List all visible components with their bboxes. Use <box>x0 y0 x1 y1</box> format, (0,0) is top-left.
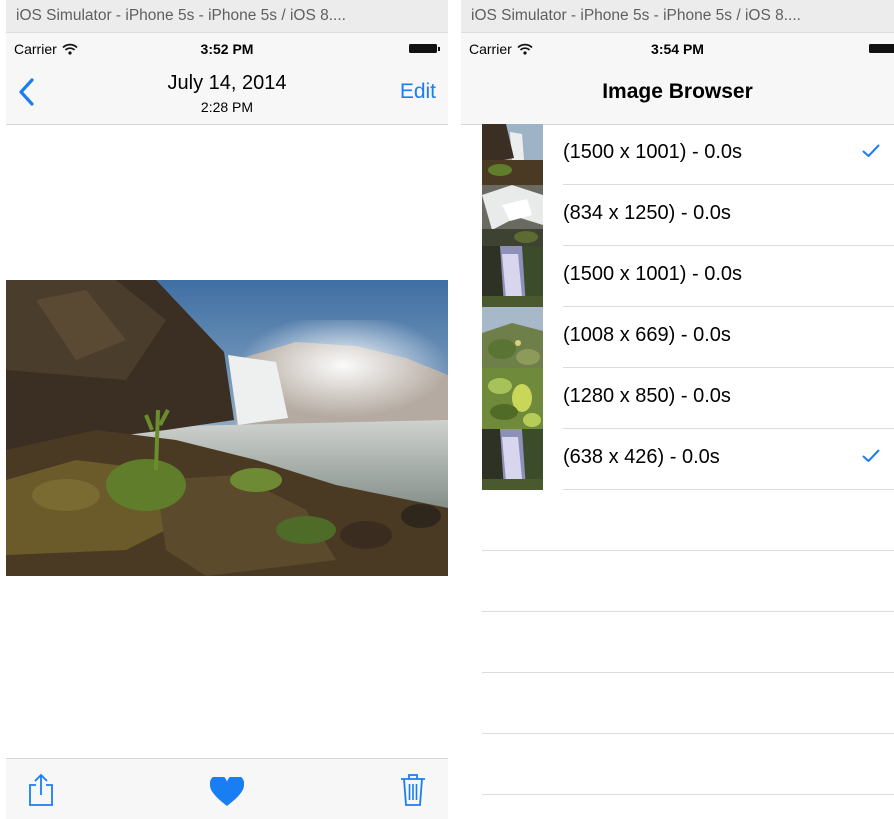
photo-viewer[interactable] <box>6 125 448 758</box>
status-bar: Carrier 3:52 PM <box>6 33 448 63</box>
navigation-bar: July 14, 2014 2:28 PM Edit <box>6 63 448 125</box>
navigation-bar: Image Browser <box>461 63 894 125</box>
photo-date-title: July 14, 2014 <box>167 72 287 94</box>
trash-icon[interactable] <box>400 773 426 807</box>
checkmark-icon <box>862 144 880 157</box>
image-size-label: (834 x 1250) - 0.0s <box>563 202 731 224</box>
row-separator <box>482 611 894 612</box>
image-list[interactable]: (1500 x 1001) - 0.0s (834 x 1250) - 0.0s <box>461 124 894 819</box>
photo-detail-screen: iOS Simulator - iPhone 5s - iPhone 5s / … <box>6 0 448 819</box>
battery-icon <box>409 44 440 53</box>
image-size-label: (1008 x 669) - 0.0s <box>563 324 731 346</box>
checkmark-icon <box>862 449 880 462</box>
battery-icon <box>869 44 894 53</box>
image-size-label: (638 x 426) - 0.0s <box>563 446 720 468</box>
status-bar: Carrier 3:54 PM <box>461 33 894 63</box>
photo-time-subtitle: 2:28 PM <box>200 99 254 115</box>
row-separator <box>482 550 894 551</box>
waterfall-photo <box>6 280 448 576</box>
image-size-label: (1280 x 850) - 0.0s <box>563 385 731 407</box>
row-separator <box>482 794 894 795</box>
status-time: 3:52 PM <box>200 41 254 57</box>
simulator-window-title: iOS Simulator - iPhone 5s - iPhone 5s / … <box>6 0 448 33</box>
image-browser-title: Image Browser <box>602 80 753 103</box>
image-size-label: (1500 x 1001) - 0.0s <box>563 263 742 285</box>
list-item[interactable]: (1500 x 1001) - 0.0s <box>461 246 894 307</box>
image-thumbnail <box>482 246 543 307</box>
list-item[interactable]: (834 x 1250) - 0.0s <box>461 185 894 246</box>
list-item[interactable]: (1280 x 850) - 0.0s <box>461 368 894 429</box>
image-thumbnail <box>482 124 543 185</box>
list-item[interactable]: (1500 x 1001) - 0.0s <box>461 124 894 185</box>
row-separator <box>482 672 894 673</box>
row-separator <box>482 733 894 734</box>
simulator-window-title: iOS Simulator - iPhone 5s - iPhone 5s / … <box>461 0 894 33</box>
heart-icon[interactable] <box>210 777 244 807</box>
edit-button[interactable]: Edit <box>400 80 436 104</box>
image-size-label: (1500 x 1001) - 0.0s <box>563 141 742 163</box>
list-item[interactable]: (638 x 426) - 0.0s <box>461 429 894 490</box>
share-icon[interactable] <box>28 773 54 807</box>
image-thumbnail <box>482 368 543 429</box>
image-thumbnail <box>482 185 543 246</box>
image-browser-screen: iOS Simulator - iPhone 5s - iPhone 5s / … <box>461 0 894 819</box>
image-thumbnail <box>482 429 543 490</box>
row-separator <box>563 489 894 490</box>
bottom-toolbar <box>6 758 448 819</box>
image-thumbnail <box>482 307 543 368</box>
status-time: 3:54 PM <box>651 41 704 57</box>
list-item[interactable]: (1008 x 669) - 0.0s <box>461 307 894 368</box>
